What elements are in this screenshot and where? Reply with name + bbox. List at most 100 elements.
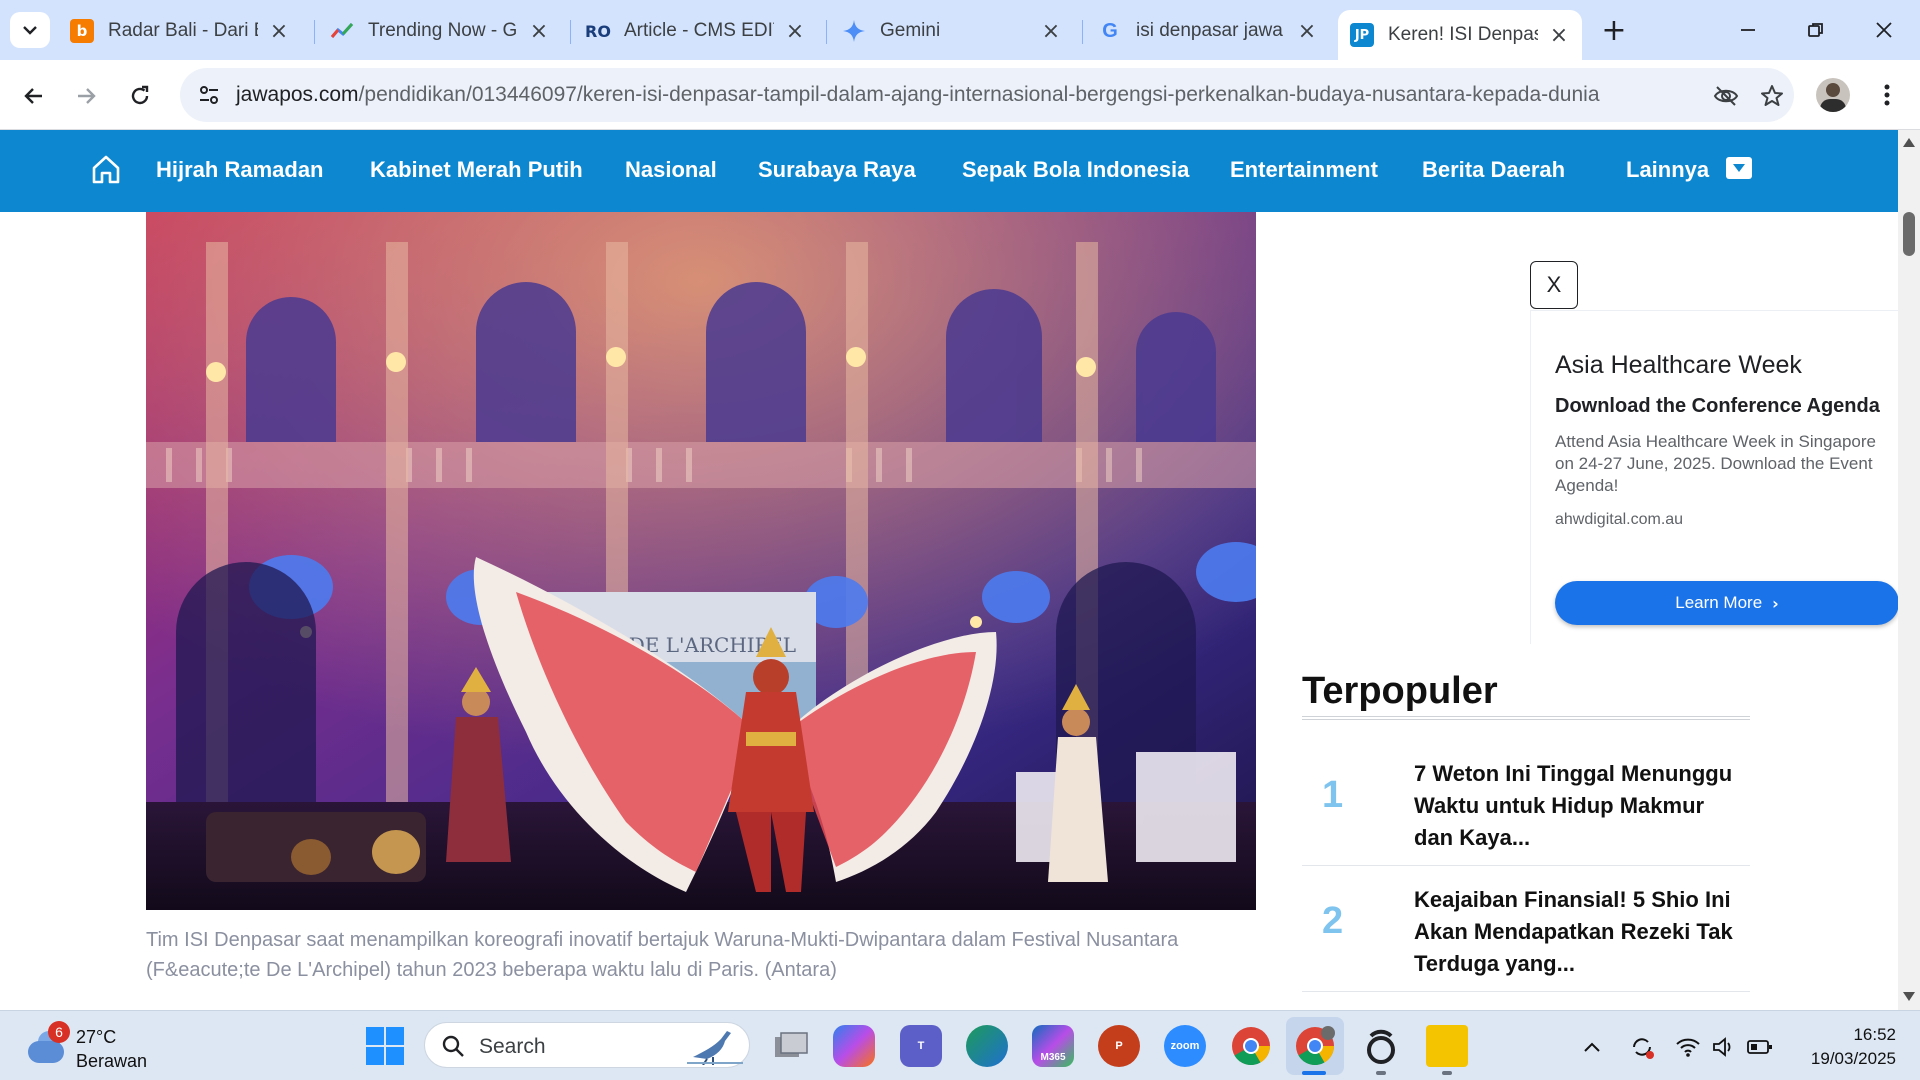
- taskbar-search-box[interactable]: Search: [424, 1022, 750, 1068]
- tab-search-button[interactable]: [10, 12, 50, 48]
- restore-button[interactable]: [1786, 6, 1846, 54]
- browser-tab-google-search[interactable]: G isi denpasar jawa pos ×: [1086, 10, 1330, 52]
- ad-cta-label: Learn More: [1675, 593, 1763, 612]
- close-window-button[interactable]: [1854, 6, 1914, 54]
- zoom-label: zoom: [1170, 1040, 1200, 1052]
- back-button[interactable]: [14, 76, 54, 116]
- nav-item-nasional[interactable]: Nasional: [625, 157, 717, 183]
- ad-close-button[interactable]: X: [1530, 261, 1578, 309]
- browser-toolbar: jawapos.com/pendidikan/013446097/keren-i…: [0, 60, 1920, 130]
- popular-title-link[interactable]: Keajaiban Finansial! 5 Shio Ini Akan Men…: [1414, 884, 1744, 980]
- running-app-indicator: [1442, 1071, 1452, 1075]
- reload-button[interactable]: [120, 76, 160, 116]
- heron-bird-icon: [687, 1031, 743, 1065]
- volume-icon[interactable]: [1710, 1033, 1738, 1061]
- address-bar[interactable]: jawapos.com/pendidikan/013446097/keren-i…: [180, 68, 1794, 122]
- ad-learn-more-button[interactable]: Learn More ›: [1555, 581, 1899, 625]
- wifi-icon[interactable]: [1674, 1033, 1702, 1061]
- powerpoint-icon[interactable]: P: [1098, 1025, 1140, 1067]
- lainnya-dropdown-button[interactable]: [1726, 157, 1752, 179]
- home-icon[interactable]: [88, 152, 124, 188]
- close-tab-icon[interactable]: ×: [1548, 23, 1570, 48]
- browser-tab-strip: b Radar Bali - Dari Bali × Trending Now …: [0, 0, 1920, 60]
- bookmark-star-icon[interactable]: [1756, 80, 1788, 112]
- article-photo: FÊTE DE L'ARCHIPEL: [146, 212, 1256, 910]
- caret-down-icon: [1733, 164, 1745, 172]
- weather-condition: Berawan: [76, 1051, 148, 1071]
- popular-title-link[interactable]: 7 Weton Ini Tinggal Menunggu Waktu untuk…: [1414, 758, 1744, 854]
- sticky-notes-icon[interactable]: [1426, 1025, 1468, 1067]
- nav-item-berita-daerah[interactable]: Berita Daerah: [1422, 157, 1565, 183]
- tab-title: Trending Now - Google Trends: [368, 20, 518, 41]
- profile-avatar[interactable]: [1816, 78, 1850, 112]
- sync-icon[interactable]: [1628, 1033, 1656, 1061]
- browser-tab-jawapos-active[interactable]: JP Keren! ISI Denpasar ×: [1338, 10, 1582, 60]
- cloud-icon: [28, 1041, 64, 1063]
- popular-item[interactable]: 2 Keajaiban Finansial! 5 Shio Ini Akan M…: [1302, 866, 1750, 992]
- minimize-button[interactable]: [1718, 6, 1778, 54]
- close-tab-icon[interactable]: ×: [784, 19, 806, 44]
- url-text[interactable]: jawapos.com/pendidikan/013446097/keren-i…: [236, 83, 1600, 107]
- browser-tab-cms-editor[interactable]: RO Article - CMS EDITOR ×: [574, 10, 818, 52]
- cms-editor-favicon-icon: RO: [585, 21, 611, 41]
- ad-card[interactable]: Asia Healthcare Week Download the Confer…: [1530, 310, 1899, 644]
- ring-app-icon[interactable]: [1360, 1025, 1402, 1067]
- ad-subtitle[interactable]: Download the Conference Agenda: [1555, 395, 1880, 418]
- show-hidden-icons-chevron-up-icon[interactable]: [1578, 1033, 1606, 1061]
- close-tab-icon[interactable]: ×: [1296, 19, 1318, 44]
- gemini-icon: [842, 19, 866, 43]
- browser-tab-radar-bali[interactable]: b Radar Bali - Dari Bali ×: [58, 10, 302, 52]
- m365-icon[interactable]: M365: [1032, 1025, 1074, 1067]
- ad-title[interactable]: Asia Healthcare Week: [1555, 351, 1802, 380]
- popular-item[interactable]: 1 7 Weton Ini Tinggal Menunggu Waktu unt…: [1302, 740, 1750, 866]
- site-info-button[interactable]: [192, 78, 226, 112]
- nav-item-entertainment[interactable]: Entertainment: [1230, 157, 1378, 183]
- system-clock[interactable]: 16:52 19/03/2025: [1780, 1023, 1896, 1071]
- nav-item-sepak-bola-indonesia[interactable]: Sepak Bola Indonesia: [962, 157, 1189, 183]
- dance-performance-image: FÊTE DE L'ARCHIPEL: [146, 212, 1256, 910]
- chrome-icon[interactable]: [1230, 1025, 1272, 1067]
- url-host: jawapos.com: [236, 83, 359, 106]
- ad-domain: ahwdigital.com.au: [1555, 511, 1684, 528]
- scroll-down-arrow-icon[interactable]: [1903, 992, 1915, 1001]
- active-app-indicator: [1302, 1071, 1326, 1075]
- jawapos-favicon-icon: JP: [1350, 23, 1374, 47]
- zoom-icon[interactable]: zoom: [1164, 1025, 1206, 1067]
- search-icon: [442, 1035, 464, 1057]
- tab-title: Radar Bali - Dari Bali: [108, 20, 258, 41]
- tune-icon: [200, 86, 218, 104]
- edge-icon[interactable]: [966, 1025, 1008, 1067]
- forward-button[interactable]: [66, 76, 106, 116]
- site-navigation-bar: Hijrah Ramadan Kabinet Merah Putih Nasio…: [0, 130, 1898, 212]
- trends-icon: [330, 19, 354, 43]
- task-view-icon[interactable]: [770, 1025, 812, 1067]
- nav-item-kabinet-merah-putih[interactable]: Kabinet Merah Putih: [370, 157, 583, 183]
- battery-icon[interactable]: [1746, 1033, 1774, 1061]
- nav-item-hijrah-ramadan[interactable]: Hijrah Ramadan: [156, 157, 324, 183]
- copilot-icon[interactable]: [833, 1025, 875, 1067]
- close-tab-icon[interactable]: ×: [528, 19, 550, 44]
- tab-separator: [826, 20, 827, 44]
- new-tab-button[interactable]: +: [1596, 12, 1632, 48]
- scroll-thumb[interactable]: [1903, 212, 1915, 256]
- browser-menu-button[interactable]: [1870, 78, 1904, 112]
- nav-item-lainnya[interactable]: Lainnya: [1626, 157, 1709, 183]
- scroll-up-arrow-icon[interactable]: [1903, 138, 1915, 147]
- teams-icon[interactable]: T: [900, 1025, 942, 1067]
- browser-tab-trends[interactable]: Trending Now - Google Trends ×: [318, 10, 562, 52]
- tab-title: Article - CMS EDITOR: [624, 20, 774, 41]
- close-tab-icon[interactable]: ×: [1040, 19, 1062, 44]
- nav-item-surabaya-raya[interactable]: Surabaya Raya: [758, 157, 916, 183]
- chrome-profile-icon[interactable]: [1294, 1025, 1336, 1067]
- tab-separator: [570, 20, 571, 44]
- popular-rank: 2: [1322, 900, 1344, 942]
- tab-title: Keren! ISI Denpasar: [1388, 24, 1538, 45]
- page-scrollbar[interactable]: [1898, 130, 1920, 1010]
- weather-widget[interactable]: 6 27°C Berawan: [24, 1021, 164, 1071]
- eye-off-icon[interactable]: [1710, 80, 1742, 112]
- windows-start-icon[interactable]: [366, 1027, 404, 1065]
- weather-temperature: 27°C: [76, 1027, 117, 1047]
- browser-tab-gemini[interactable]: Gemini ×: [830, 10, 1074, 52]
- running-app-indicator: [1376, 1071, 1386, 1075]
- close-tab-icon[interactable]: ×: [268, 19, 290, 44]
